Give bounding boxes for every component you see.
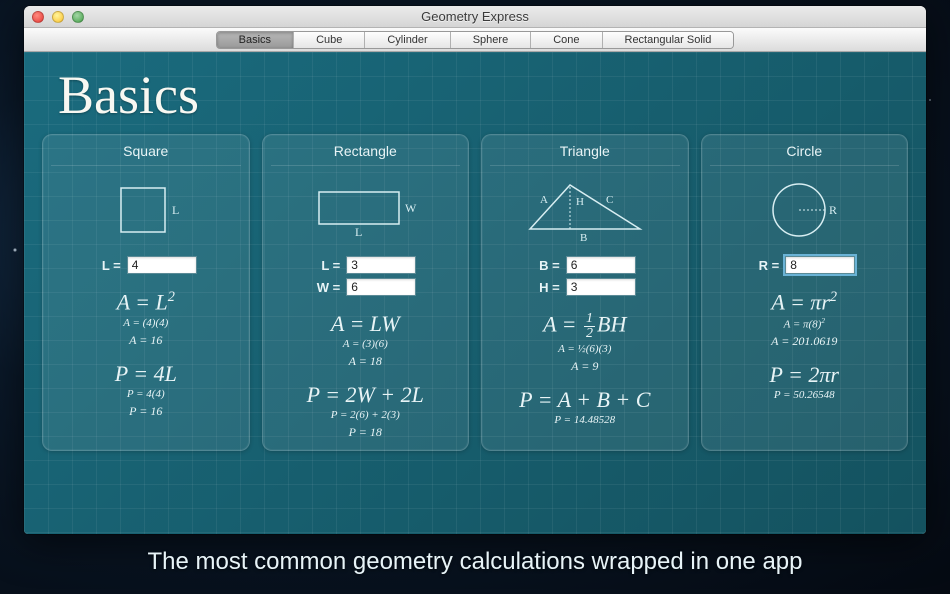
area-result: A = 201.0619 bbox=[771, 334, 837, 349]
perim-sub: P = 14.48528 bbox=[554, 414, 615, 426]
perim-formula: P = 2W + 2L bbox=[307, 383, 424, 407]
square-label-l: L bbox=[172, 203, 179, 217]
area-sub: A = (4)(4) bbox=[123, 317, 168, 329]
card-title: Square bbox=[51, 143, 241, 166]
svg-text:A: A bbox=[540, 194, 548, 206]
circle-shape-icon: R bbox=[749, 172, 859, 248]
tab-sphere[interactable]: Sphere bbox=[451, 32, 531, 48]
perim-formula: P = 4L bbox=[115, 362, 177, 386]
content-area: Basics Square L L = A = L2 bbox=[24, 52, 926, 534]
inputs: B = H = bbox=[490, 256, 680, 300]
input-label-r: R = bbox=[753, 258, 779, 273]
square-shape-icon: L bbox=[96, 172, 196, 248]
area-result: A = 18 bbox=[349, 354, 382, 369]
card-square: Square L L = A = L2 A = (4)(4) A = 16 bbox=[42, 134, 250, 451]
perim-sub: P = 4(4) bbox=[127, 388, 165, 400]
input-label-h: H = bbox=[534, 280, 560, 295]
area-formula: A = L2 bbox=[117, 290, 175, 315]
area-formula: A = πr2 bbox=[771, 290, 837, 315]
cards-row: Square L L = A = L2 A = (4)(4) A = 16 bbox=[42, 134, 908, 451]
card-circle: Circle R R = A = πr2 A = π(8)2 A bbox=[701, 134, 909, 451]
tagline: The most common geometry calculations wr… bbox=[0, 548, 950, 576]
tab-segmented-control: Basics Cube Cylinder Sphere Cone Rectang… bbox=[216, 31, 735, 49]
area-result: A = 9 bbox=[571, 359, 598, 374]
perim-result: P = 16 bbox=[129, 404, 162, 419]
area-sub: A = ½(6)(3) bbox=[558, 343, 611, 355]
triangle-shape-icon: A H C B bbox=[510, 172, 660, 248]
input-label-l: L = bbox=[95, 258, 121, 273]
app-window: Geometry Express Basics Cube Cylinder Sp… bbox=[24, 6, 926, 534]
svg-text:C: C bbox=[606, 194, 613, 206]
card-title: Triangle bbox=[490, 143, 680, 166]
page-title: Basics bbox=[58, 64, 908, 126]
input-l[interactable] bbox=[127, 256, 197, 274]
svg-text:W: W bbox=[405, 201, 417, 215]
tab-basics[interactable]: Basics bbox=[217, 32, 294, 48]
tab-cone[interactable]: Cone bbox=[531, 32, 602, 48]
input-l[interactable] bbox=[346, 256, 416, 274]
tab-rectangular-solid[interactable]: Rectangular Solid bbox=[603, 32, 734, 48]
perim-formula: P = A + B + C bbox=[519, 388, 650, 412]
input-h[interactable] bbox=[566, 278, 636, 296]
input-label-l: L = bbox=[314, 258, 340, 273]
window-title: Geometry Express bbox=[24, 9, 926, 24]
svg-text:L: L bbox=[355, 225, 362, 239]
tab-cube[interactable]: Cube bbox=[294, 32, 365, 48]
area-result: A = 16 bbox=[129, 333, 162, 348]
tabbar: Basics Cube Cylinder Sphere Cone Rectang… bbox=[24, 28, 926, 52]
card-title: Circle bbox=[710, 143, 900, 166]
area-sub: A = π(8)2 bbox=[784, 317, 825, 331]
svg-text:R: R bbox=[829, 203, 837, 217]
perim-sub: P = 2(6) + 2(3) bbox=[331, 409, 400, 421]
input-r[interactable] bbox=[785, 256, 855, 274]
inputs: L = W = bbox=[271, 256, 461, 300]
input-w[interactable] bbox=[346, 278, 416, 296]
inputs: L = bbox=[51, 256, 241, 278]
perim-result: P = 18 bbox=[349, 425, 382, 440]
area-sub: A = (3)(6) bbox=[343, 338, 388, 350]
rectangle-shape-icon: W L bbox=[295, 172, 435, 248]
area-formula: A = LW bbox=[331, 312, 400, 336]
input-b[interactable] bbox=[566, 256, 636, 274]
input-label-w: W = bbox=[314, 280, 340, 295]
titlebar: Geometry Express bbox=[24, 6, 926, 28]
perim-sub: P = 50.26548 bbox=[774, 389, 835, 401]
card-triangle: Triangle A H C B B = bbox=[481, 134, 689, 451]
card-title: Rectangle bbox=[271, 143, 461, 166]
card-rectangle: Rectangle W L L = W = bbox=[262, 134, 470, 451]
svg-text:B: B bbox=[580, 232, 587, 244]
input-label-b: B = bbox=[534, 258, 560, 273]
perim-formula: P = 2πr bbox=[770, 363, 839, 387]
area-formula: A = 12BH bbox=[543, 312, 626, 341]
tab-cylinder[interactable]: Cylinder bbox=[365, 32, 450, 48]
inputs: R = bbox=[710, 256, 900, 278]
svg-text:H: H bbox=[576, 196, 584, 208]
